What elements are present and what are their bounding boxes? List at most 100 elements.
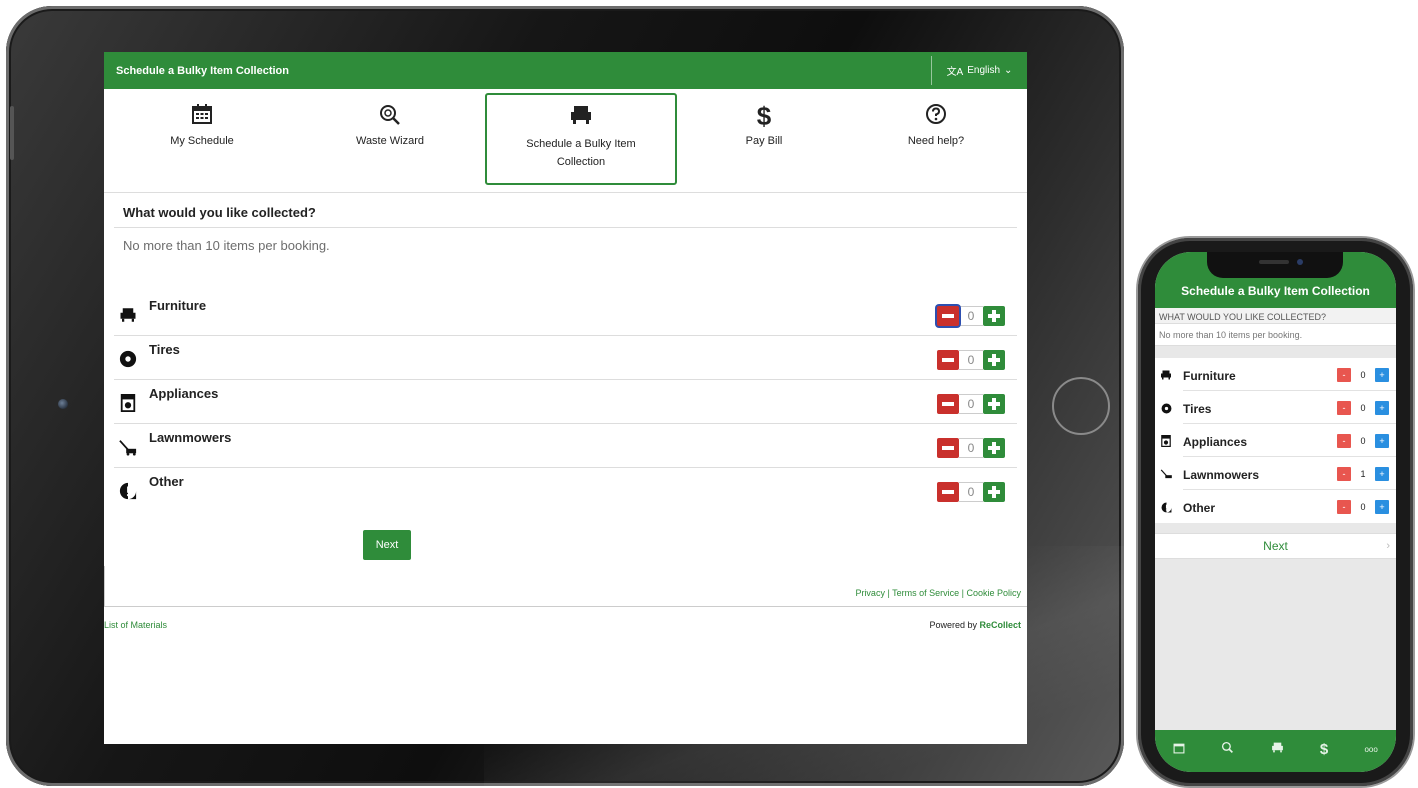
increment-button[interactable]: + [1375,500,1389,514]
powered-by: Powered by ReCollect [929,620,1021,630]
quantity-value[interactable]: 0 [959,438,983,458]
increment-button[interactable] [983,394,1005,414]
quantity-stepper: 0 [937,394,1005,414]
alert-icon [118,481,138,501]
increment-button[interactable] [983,350,1005,370]
item-label: Appliances [1183,435,1248,449]
increment-button[interactable] [983,438,1005,458]
quantity-stepper: - 0 + [1337,500,1389,514]
decrement-button[interactable]: - [1337,368,1351,382]
decrement-button[interactable] [937,306,959,326]
quantity-value[interactable]: 0 [959,306,983,326]
phone-next-button[interactable]: Next › [1155,533,1396,559]
item-label: Tires [1183,402,1212,416]
decrement-button[interactable] [937,438,959,458]
armchair-icon[interactable] [1271,741,1284,757]
brand-logo[interactable]: ReCollect [979,620,1021,630]
quantity-value[interactable]: 0 [959,482,983,502]
increment-button[interactable] [983,482,1005,502]
quantity-stepper: 0 [937,438,1005,458]
increment-button[interactable] [983,306,1005,326]
nav-label: Need help? [907,135,965,147]
item-label: Lawnmowers [1183,468,1260,482]
armchair-icon [118,305,138,325]
item-row-lawnmowers: Lawnmowers 0 [114,424,1017,468]
nav-need-help[interactable]: Need help? [841,89,1027,189]
question-icon [841,103,1027,129]
dollar-icon: $ [756,101,772,131]
chevron-right-icon: › [1386,540,1390,552]
front-camera [1297,259,1303,265]
washer-icon [1159,434,1173,448]
tablet-home-button[interactable] [1052,377,1110,435]
quantity-value[interactable]: 0 [1351,434,1375,448]
list-of-materials-link[interactable]: List of Materials [104,620,167,630]
divider [104,566,105,606]
language-label: English [967,65,1001,76]
quantity-stepper: 0 [937,482,1005,502]
quantity-stepper: 0 [937,350,1005,370]
footer-links[interactable]: Privacy | Terms of Service | Cookie Poli… [855,588,1021,598]
magnifier-icon[interactable] [1221,741,1234,757]
quantity-value[interactable]: 0 [1351,401,1375,415]
quantity-stepper: - 0 + [1337,401,1389,415]
quantity-stepper: 0 [937,306,1005,326]
header-title: Schedule a Bulky Item Collection [116,64,289,77]
nav-label: Pay Bill [745,135,783,147]
item-row-appliances: Appliances 0 [114,380,1017,424]
speaker [1259,260,1289,264]
item-label: Furniture [1183,369,1236,383]
quantity-value[interactable]: 0 [959,350,983,370]
phone-tab-bar: $ ooo [1155,730,1396,772]
washer-icon [118,393,138,413]
nav-waste-wizard[interactable]: Waste Wizard [295,89,485,189]
item-label: Appliances [149,386,219,401]
decrement-button[interactable]: - [1337,401,1351,415]
alert-icon [1159,500,1173,514]
increment-button[interactable]: + [1375,368,1389,382]
powered-by-label: Powered by [929,620,977,630]
quantity-value[interactable]: 0 [1351,500,1375,514]
nav-label: Waste Wizard [355,135,425,147]
next-button[interactable]: Next [363,530,411,560]
language-selector[interactable]: 文A English ⌄ [931,56,1027,85]
increment-button[interactable]: + [1375,467,1389,481]
footer-divider [104,606,1027,607]
nav-my-schedule[interactable]: My Schedule [107,89,297,189]
main-nav: My Schedule Waste Wizard Schedule a Bulk… [104,89,1027,193]
decrement-button[interactable]: - [1337,434,1351,448]
quantity-stepper: - 0 + [1337,434,1389,448]
lawnmower-icon [1159,467,1173,481]
more-icon[interactable]: ooo [1364,745,1377,754]
phone-row-lawnmowers: Lawnmowers - 1 + [1160,457,1396,490]
dollar-icon[interactable]: $ [1320,741,1328,758]
item-row-furniture: Furniture 0 [114,292,1017,336]
quantity-value[interactable]: 0 [959,394,983,414]
increment-button[interactable]: + [1375,401,1389,415]
nav-pay-bill[interactable]: $ Pay Bill [669,89,859,189]
calendar-icon[interactable] [1173,742,1185,757]
nav-label: My Schedule [170,135,234,147]
increment-button[interactable]: + [1375,434,1389,448]
decrement-button[interactable] [937,482,959,502]
item-label: Other [149,474,184,489]
item-row-tires: Tires 0 [114,336,1017,380]
item-label: Furniture [149,298,207,313]
armchair-icon [1159,368,1173,382]
nav-bulky-item[interactable]: Schedule a Bulky Item Collection [485,93,677,185]
lawnmower-icon [118,437,138,457]
armchair-icon [487,103,675,129]
quantity-value[interactable]: 0 [1351,368,1375,382]
question-heading: What would you like collected? [114,193,1017,228]
phone-row-appliances: Appliances - 0 + [1161,424,1396,457]
decrement-button[interactable]: - [1337,467,1351,481]
app-header: Schedule a Bulky Item Collection 文A Engl… [104,52,1027,89]
tablet-side-button [10,106,14,160]
decrement-button[interactable]: - [1337,500,1351,514]
decrement-button[interactable] [937,394,959,414]
quantity-value[interactable]: 1 [1351,467,1375,481]
tire-icon [1159,401,1173,415]
decrement-button[interactable] [937,350,959,370]
spacer [1155,346,1396,358]
phone-row-tires: Tires - 0 + [1161,391,1396,424]
